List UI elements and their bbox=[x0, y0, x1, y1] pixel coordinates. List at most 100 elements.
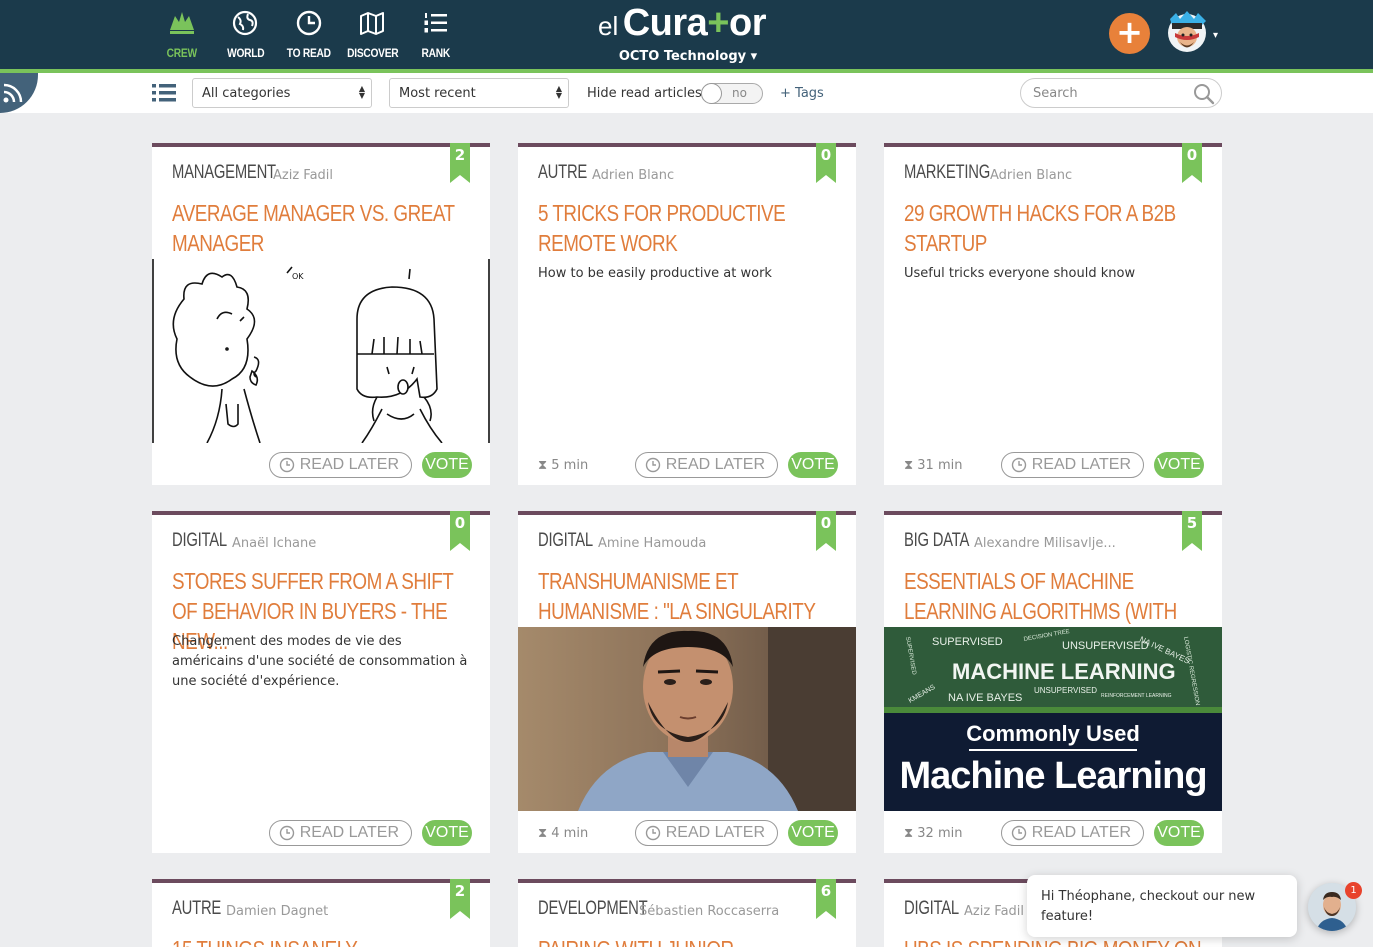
article-thumbnail-photo[interactable] bbox=[518, 627, 856, 811]
vote-button[interactable]: VOTE bbox=[788, 820, 838, 846]
read-later-label: READ LATER bbox=[665, 824, 765, 841]
svg-text:Machine Learning: Machine Learning bbox=[899, 755, 1206, 797]
article-category[interactable]: Digital bbox=[172, 530, 227, 552]
read-time: ⧗ 5 min bbox=[538, 458, 588, 473]
category-select[interactable]: All categories ▲ ▼ bbox=[192, 78, 372, 108]
logo-wordmark: Cura+or bbox=[622, 2, 767, 44]
article-card[interactable]: 2 Autre Damien Dagnet 15 Things Insanely-… bbox=[152, 879, 490, 947]
read-later-button[interactable]: READ LATER bbox=[1000, 452, 1144, 478]
article-category[interactable]: Management bbox=[172, 162, 276, 184]
nav-label: CREW bbox=[166, 46, 197, 60]
article-card[interactable]: 6 DevelopmentSébastien Roccaserra Pairin… bbox=[518, 879, 856, 947]
nav-discover[interactable]: DISCOVER bbox=[341, 6, 405, 60]
article-author[interactable]: Sébastien Roccaserra bbox=[639, 904, 779, 919]
hourglass-icon: ⧗ bbox=[538, 826, 548, 841]
article-category[interactable]: Big Data bbox=[904, 530, 969, 552]
article-description: Useful tricks everyone should know bbox=[904, 266, 1136, 281]
article-title[interactable]: Pairing with junior developers bbox=[538, 934, 837, 947]
article-author[interactable]: Adrien Blanc bbox=[592, 168, 674, 183]
read-later-label: READ LATER bbox=[1031, 456, 1131, 473]
article-card[interactable]: 0 Marketing Adrien Blanc 29 Growth Hacks … bbox=[884, 143, 1222, 485]
svg-text:UNSUPERVISED: UNSUPERVISED bbox=[1062, 640, 1149, 652]
organization-selector[interactable]: OCTO Technology ▾ bbox=[600, 49, 776, 64]
chat-message-bubble[interactable]: Hi Théophane, checkout our new feature! bbox=[1027, 875, 1297, 937]
article-card[interactable]: 2 Management Aziz Fadil Average manager v… bbox=[152, 143, 490, 485]
logo-part-a: Cura bbox=[622, 2, 708, 44]
vote-button[interactable]: VOTE bbox=[1154, 452, 1204, 478]
article-title[interactable]: 5 tricks for productive remote work bbox=[538, 198, 837, 258]
article-card[interactable]: 0 Digital Anaël Ichane Stores suffer from… bbox=[152, 511, 490, 853]
user-avatar[interactable] bbox=[1162, 9, 1212, 53]
read-time: ⧗ 32 min bbox=[904, 826, 962, 841]
hide-read-label: Hide read articles bbox=[587, 86, 702, 101]
read-time-value: 4 min bbox=[551, 826, 589, 841]
svg-text:UNSUPERVISED: UNSUPERVISED bbox=[1034, 686, 1097, 695]
sort-select[interactable]: Most recent ▲ ▼ bbox=[389, 78, 569, 108]
nav-rank[interactable]: RANK bbox=[404, 6, 468, 60]
list-view-toggle[interactable] bbox=[152, 83, 176, 107]
read-later-label: READ LATER bbox=[665, 456, 765, 473]
svg-text:SUPERVISED: SUPERVISED bbox=[932, 636, 1003, 648]
svg-text:OK: OK bbox=[292, 272, 304, 281]
search-icon[interactable] bbox=[1193, 83, 1215, 109]
sort-select-value: Most recent bbox=[399, 86, 476, 101]
read-later-button[interactable]: READ LATER bbox=[268, 452, 412, 478]
article-thumbnail-ml[interactable]: SUPERVISED DECISION TREE UNSUPERVISED NA… bbox=[884, 627, 1222, 811]
vote-button[interactable]: VOTE bbox=[422, 452, 472, 478]
chevron-down-icon[interactable]: ▾ bbox=[1213, 30, 1218, 41]
article-title[interactable]: Average manager vs. great manager bbox=[172, 198, 471, 258]
nav-label: TO READ bbox=[286, 46, 331, 60]
vote-count-ribbon: 0 bbox=[816, 143, 836, 183]
read-later-label: READ LATER bbox=[1031, 824, 1131, 841]
vote-button[interactable]: VOTE bbox=[422, 820, 472, 846]
vote-count-ribbon: 6 bbox=[816, 879, 836, 919]
article-category[interactable]: Marketing bbox=[904, 162, 990, 184]
read-later-button[interactable]: READ LATER bbox=[634, 452, 778, 478]
vote-button[interactable]: VOTE bbox=[788, 452, 838, 478]
article-description: Changement des modes de vie des américai… bbox=[172, 634, 468, 689]
article-thumbnail-comic[interactable]: OK bbox=[152, 259, 490, 443]
vote-count-ribbon: 0 bbox=[450, 511, 470, 551]
clock-icon bbox=[1011, 457, 1026, 473]
vote-button[interactable]: VOTE bbox=[1154, 820, 1204, 846]
article-author[interactable]: Amine Hamouda bbox=[598, 536, 706, 551]
article-category[interactable]: Development bbox=[538, 898, 648, 920]
article-author[interactable]: Anaël Ichane bbox=[232, 536, 316, 551]
read-later-label: READ LATER bbox=[299, 456, 399, 473]
article-category[interactable]: Autre bbox=[172, 898, 221, 920]
app-logo[interactable]: el Cura+or bbox=[598, 2, 766, 45]
read-later-button[interactable]: READ LATER bbox=[1000, 820, 1144, 846]
clock-icon bbox=[277, 6, 341, 40]
hide-read-toggle[interactable]: no bbox=[701, 83, 763, 104]
article-author[interactable]: Adrien Blanc bbox=[990, 168, 1072, 183]
article-card[interactable]: 0 Digital Amine Hamouda Transhumanisme et… bbox=[518, 511, 856, 853]
article-description: How to be easily productive at work bbox=[538, 266, 772, 281]
logo-part-b: or bbox=[728, 2, 767, 44]
hourglass-icon: ⧗ bbox=[904, 458, 914, 473]
article-title[interactable]: 15 Things Insanely-Productive bbox=[172, 934, 471, 947]
article-category[interactable]: Digital bbox=[538, 530, 593, 552]
article-author[interactable]: Aziz Fadil bbox=[273, 168, 333, 183]
search-input[interactable] bbox=[1020, 78, 1222, 108]
nav-crew[interactable]: CREW bbox=[150, 6, 214, 60]
globe-icon bbox=[214, 6, 278, 40]
hourglass-icon: ⧗ bbox=[904, 826, 914, 841]
list-icon bbox=[152, 84, 176, 102]
article-card[interactable]: 5 Big Data Alexandre Milisavlje... Essent… bbox=[884, 511, 1222, 853]
article-card[interactable]: 0 Autre Adrien Blanc 5 tricks for product… bbox=[518, 143, 856, 485]
article-author[interactable]: Damien Dagnet bbox=[226, 904, 328, 919]
read-later-button[interactable]: READ LATER bbox=[634, 820, 778, 846]
clock-icon bbox=[645, 457, 660, 473]
nav-to-read[interactable]: TO READ bbox=[277, 6, 341, 60]
read-later-label: READ LATER bbox=[299, 824, 399, 841]
chat-unread-badge: 1 bbox=[1345, 882, 1362, 899]
article-author[interactable]: Aziz Fadil bbox=[964, 904, 1024, 919]
nav-world[interactable]: WORLD bbox=[214, 6, 278, 60]
article-author[interactable]: Alexandre Milisavlje... bbox=[974, 536, 1116, 551]
article-title[interactable]: 29 Growth Hacks for a B2B Startup bbox=[904, 198, 1203, 258]
add-tags-button[interactable]: + Tags bbox=[780, 86, 824, 101]
read-later-button[interactable]: READ LATER bbox=[268, 820, 412, 846]
add-article-button[interactable]: + bbox=[1109, 13, 1150, 54]
article-category[interactable]: Digital bbox=[904, 898, 959, 920]
article-category[interactable]: Autre bbox=[538, 162, 587, 184]
